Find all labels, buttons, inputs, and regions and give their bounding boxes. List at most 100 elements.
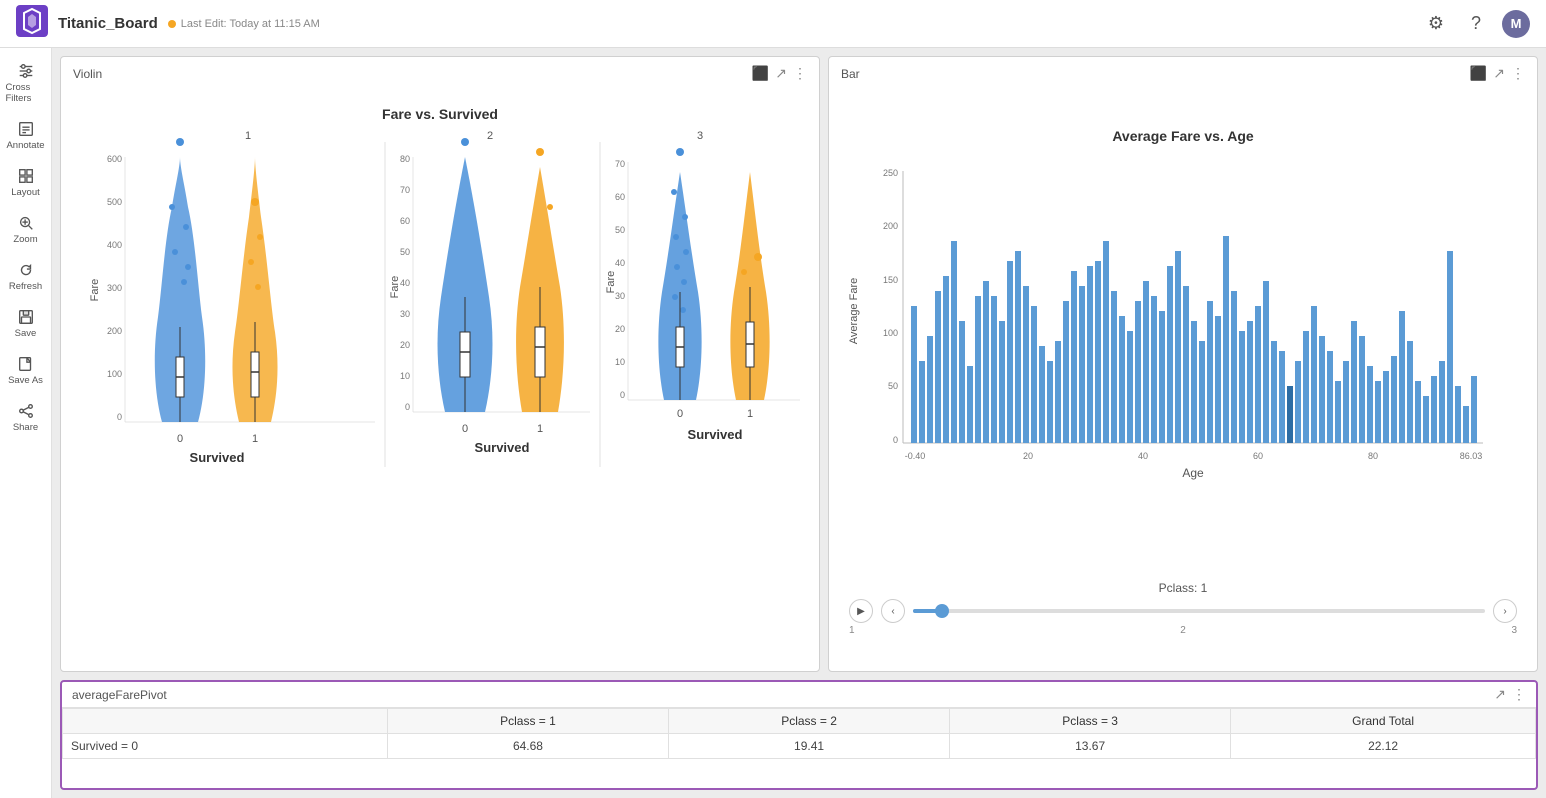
table-cell-pclass3: 13.67 bbox=[950, 734, 1231, 759]
table-title: averageFarePivot bbox=[72, 688, 167, 702]
svg-text:80: 80 bbox=[400, 154, 410, 164]
sidebar-item-share[interactable]: Share bbox=[2, 396, 50, 439]
sidebar-item-refresh[interactable]: Refresh bbox=[2, 255, 50, 298]
bar-panel: Bar ⬛ ↗ ⋮ Average Fare vs. Age 250 200 bbox=[828, 56, 1538, 672]
bar-header-icons: ⬛ ↗ ⋮ bbox=[1470, 65, 1525, 82]
violin-chart-header: Violin ⬛ ↗ ⋮ bbox=[61, 57, 819, 86]
table-cell-label: Survived = 0 bbox=[63, 734, 388, 759]
topbar-left: Titanic_Board Last Edit: Today at 11:15 … bbox=[16, 5, 320, 42]
svg-text:Fare vs. Survived: Fare vs. Survived bbox=[382, 106, 498, 122]
svg-text:600: 600 bbox=[107, 154, 122, 164]
violin-expand-icon[interactable]: ↗ bbox=[775, 65, 787, 82]
svg-text:20: 20 bbox=[615, 324, 625, 334]
svg-text:40: 40 bbox=[1138, 451, 1148, 461]
table-expand-icon[interactable]: ↗ bbox=[1494, 686, 1506, 703]
table-cell-pclass1: 64.68 bbox=[387, 734, 668, 759]
svg-text:400: 400 bbox=[107, 240, 122, 250]
svg-text:Survived: Survived bbox=[475, 440, 530, 455]
svg-text:150: 150 bbox=[883, 275, 898, 285]
table-col-header-2: Pclass = 2 bbox=[669, 709, 950, 734]
svg-text:100: 100 bbox=[883, 328, 898, 338]
table-row: Survived = 0 64.68 19.41 13.67 22.12 bbox=[63, 734, 1536, 759]
svg-text:Average Fare vs. Age: Average Fare vs. Age bbox=[1112, 128, 1254, 144]
svg-text:20: 20 bbox=[400, 340, 410, 350]
slider-next-button[interactable]: › bbox=[1493, 599, 1517, 623]
sidebar-label-save-as: Save As bbox=[8, 375, 43, 386]
slider-play-button[interactable]: ▶ bbox=[849, 599, 873, 623]
violin-header-icons: ⬛ ↗ ⋮ bbox=[752, 65, 807, 82]
settings-button[interactable]: ⚙ bbox=[1422, 10, 1450, 38]
table-col-header-3: Pclass = 3 bbox=[950, 709, 1231, 734]
svg-text:40: 40 bbox=[400, 278, 410, 288]
pivot-table: Pclass = 1 Pclass = 2 Pclass = 3 Grand T… bbox=[62, 708, 1536, 759]
slider-label: Pclass: 1 bbox=[849, 581, 1517, 595]
violin-svg: Fare vs. Survived 1 600 500 400 300 200 … bbox=[80, 97, 800, 657]
help-button[interactable]: ? bbox=[1462, 10, 1490, 38]
sidebar-label-refresh: Refresh bbox=[9, 281, 42, 292]
bar-expand-icon[interactable]: ↗ bbox=[1493, 65, 1505, 82]
slider-tick-3: 3 bbox=[1511, 625, 1517, 636]
sidebar-item-annotate[interactable]: Annotate bbox=[2, 114, 50, 157]
bar-chart-header: Bar ⬛ ↗ ⋮ bbox=[829, 57, 1537, 86]
svg-text:1: 1 bbox=[245, 130, 251, 142]
sidebar-item-zoom[interactable]: Zoom bbox=[2, 208, 50, 251]
svg-text:86.03: 86.03 bbox=[1460, 451, 1483, 461]
online-dot bbox=[168, 20, 176, 28]
sidebar-item-save-as[interactable]: Save As bbox=[2, 349, 50, 392]
slider-thumb[interactable] bbox=[935, 604, 949, 618]
violin-chart-type-label: Violin bbox=[73, 67, 102, 81]
slider-prev-button[interactable]: ‹ bbox=[881, 599, 905, 623]
violin-menu-icon[interactable]: ⋮ bbox=[793, 65, 807, 82]
sidebar-item-layout[interactable]: Layout bbox=[2, 161, 50, 204]
svg-text:0: 0 bbox=[405, 402, 410, 412]
topbar-right: ⚙ ? M bbox=[1422, 10, 1530, 38]
svg-text:1: 1 bbox=[537, 423, 543, 435]
table-cell-grand-total: 22.12 bbox=[1231, 734, 1536, 759]
table-col-header-1: Pclass = 1 bbox=[387, 709, 668, 734]
svg-text:60: 60 bbox=[400, 216, 410, 226]
svg-text:80: 80 bbox=[1368, 451, 1378, 461]
slider-track[interactable] bbox=[913, 609, 1485, 613]
svg-text:Survived: Survived bbox=[190, 450, 245, 465]
svg-text:300: 300 bbox=[107, 283, 122, 293]
bar-download-icon[interactable]: ⬛ bbox=[1470, 65, 1487, 82]
sidebar-label-cross-filters: Cross Filters bbox=[6, 82, 46, 104]
violin-download-icon[interactable]: ⬛ bbox=[752, 65, 769, 82]
svg-text:Fare: Fare bbox=[389, 275, 401, 298]
svg-text:10: 10 bbox=[400, 371, 410, 381]
svg-text:50: 50 bbox=[615, 225, 625, 235]
svg-text:Age: Age bbox=[1182, 466, 1204, 480]
table-col-header-0 bbox=[63, 709, 388, 734]
svg-text:500: 500 bbox=[107, 197, 122, 207]
svg-text:40: 40 bbox=[615, 258, 625, 268]
table-menu-icon[interactable]: ⋮ bbox=[1512, 686, 1526, 703]
svg-text:-0.40: -0.40 bbox=[905, 451, 926, 461]
table-header-icons: ↗ ⋮ bbox=[1494, 686, 1526, 703]
svg-text:0: 0 bbox=[177, 433, 183, 445]
app-logo bbox=[16, 5, 48, 42]
sidebar-item-save[interactable]: Save bbox=[2, 302, 50, 345]
svg-text:20: 20 bbox=[1023, 451, 1033, 461]
last-edit: Last Edit: Today at 11:15 AM bbox=[168, 18, 320, 30]
svg-text:1: 1 bbox=[747, 408, 753, 420]
svg-text:Fare: Fare bbox=[89, 278, 101, 301]
bar-menu-icon[interactable]: ⋮ bbox=[1511, 65, 1525, 82]
svg-text:50: 50 bbox=[888, 381, 898, 391]
svg-text:2: 2 bbox=[487, 130, 493, 142]
svg-text:0: 0 bbox=[117, 412, 122, 422]
svg-text:30: 30 bbox=[400, 309, 410, 319]
table-panel: averageFarePivot ↗ ⋮ Pclass = 1 Pclass =… bbox=[60, 680, 1538, 790]
sidebar-label-save: Save bbox=[15, 328, 37, 339]
svg-text:Fare: Fare bbox=[605, 270, 617, 293]
svg-text:0: 0 bbox=[620, 390, 625, 400]
svg-text:200: 200 bbox=[107, 326, 122, 336]
svg-text:250: 250 bbox=[883, 168, 898, 178]
svg-text:50: 50 bbox=[400, 247, 410, 257]
sidebar-label-layout: Layout bbox=[11, 187, 40, 198]
svg-text:60: 60 bbox=[1253, 451, 1263, 461]
svg-text:70: 70 bbox=[615, 159, 625, 169]
avatar[interactable]: M bbox=[1502, 10, 1530, 38]
sidebar-item-cross-filters[interactable]: Cross Filters bbox=[2, 56, 50, 110]
slider-ticks: 1 2 3 bbox=[849, 625, 1517, 636]
svg-text:100: 100 bbox=[107, 369, 122, 379]
